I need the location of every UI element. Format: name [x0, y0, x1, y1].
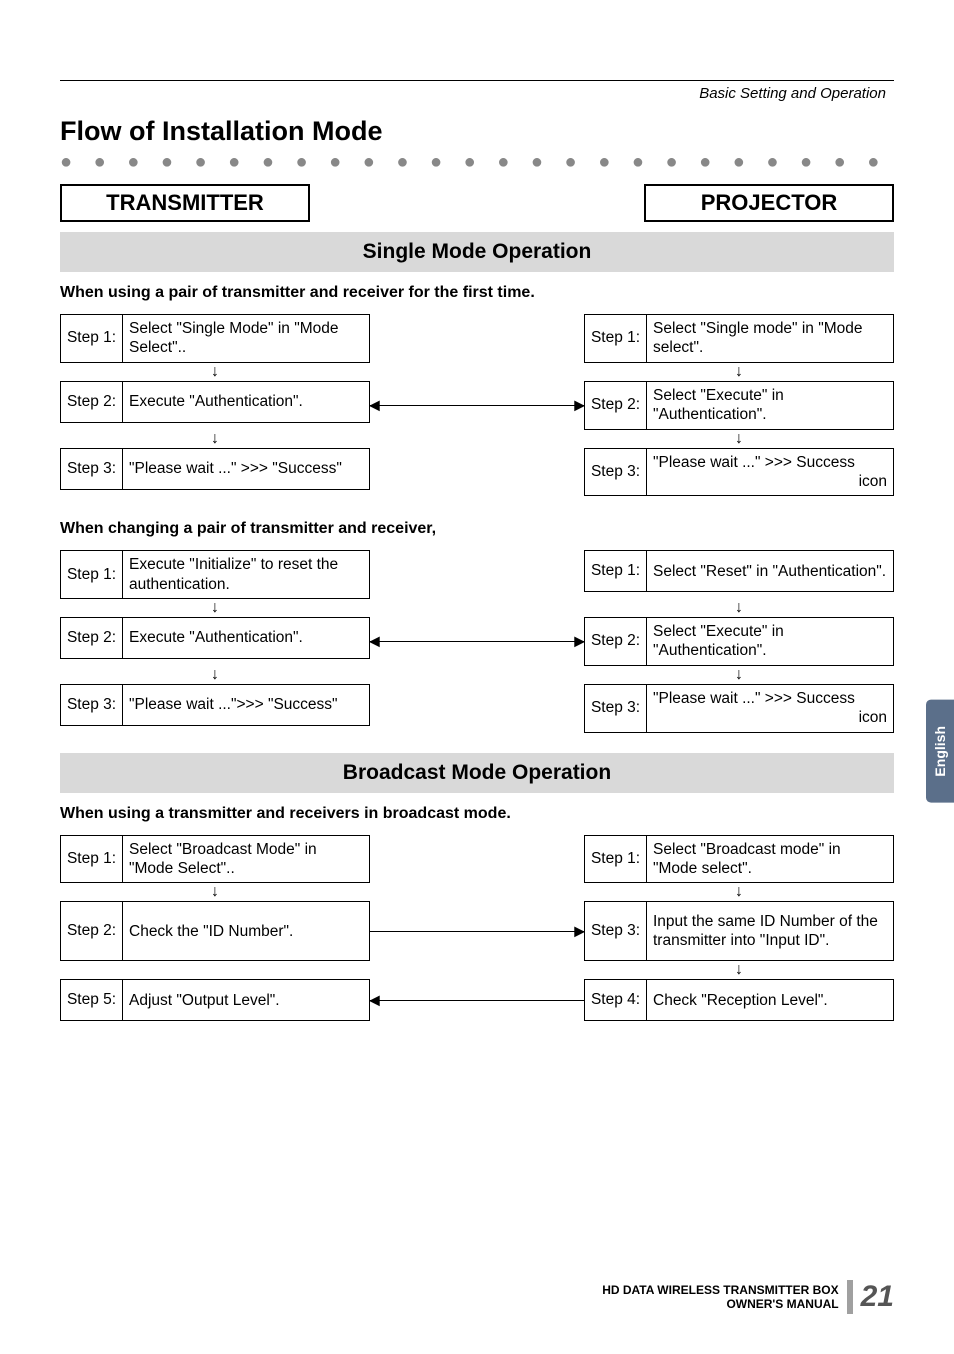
- footer-doc-type: OWNER'S MANUAL: [602, 1297, 838, 1311]
- pj1-step3-box: Step 3: "Please wait ..." >>> Success ic…: [584, 448, 894, 497]
- arrow-down-icon: ↓: [584, 599, 894, 617]
- step-text: Select "Broadcast mode" in "Mode select"…: [647, 836, 893, 883]
- step-text: Execute "Initialize" to reset the authen…: [123, 551, 369, 598]
- step-label: Step 2:: [61, 382, 123, 422]
- step-text: Select "Broadcast Mode" in "Mode Select"…: [123, 836, 369, 883]
- bc-tx-step5-box: Step 5: Adjust "Output Level".: [60, 979, 370, 1021]
- step-label: Step 2:: [61, 902, 123, 960]
- footer-divider: [847, 1280, 853, 1314]
- page-title: Flow of Installation Mode: [60, 116, 894, 147]
- column-header-transmitter: TRANSMITTER: [60, 184, 310, 222]
- step-text: Check "Reception Level".: [647, 980, 893, 1020]
- step-label: Step 1:: [61, 551, 123, 598]
- step-label: Step 3:: [61, 685, 123, 725]
- bc-pj-step3-box: Step 3: Input the same ID Number of the …: [584, 901, 894, 961]
- step-label: Step 1:: [61, 315, 123, 362]
- arrow-down-icon: ↓: [584, 666, 894, 684]
- tx1-step2-box: Step 2: Execute "Authentication".: [60, 381, 370, 423]
- bidirectional-arrow: ◀ ▶: [370, 381, 584, 430]
- step-label: Step 3:: [585, 902, 647, 960]
- bc-pj-step4-box: Step 4: Check "Reception Level".: [584, 979, 894, 1021]
- subheading-changing-pair: When changing a pair of transmitter and …: [60, 520, 894, 538]
- top-rule: [60, 80, 894, 81]
- arrow-down-icon: ↓: [60, 883, 370, 901]
- step-text: Select "Execute" in "Authentication".: [647, 618, 893, 665]
- step-label: Step 2:: [61, 618, 123, 658]
- step-label: Step 3:: [61, 449, 123, 489]
- tx2-step2-box: Step 2: Execute "Authentication".: [60, 617, 370, 659]
- step-text: "Please wait ..." >>> Success icon: [647, 685, 893, 732]
- arrow-left: ◀: [370, 979, 584, 1021]
- arrowhead-left-icon: ◀: [369, 633, 380, 650]
- pj2-step2-box: Step 2: Select "Execute" in "Authenticat…: [584, 617, 894, 666]
- subheading-broadcast: When using a transmitter and receivers i…: [60, 805, 894, 823]
- step-label: Step 2:: [585, 618, 647, 665]
- arrowhead-left-icon: ◀: [369, 397, 380, 414]
- step-text: Select "Single mode" in "Mode select".: [647, 315, 893, 362]
- bc-pj-step1-box: Step 1: Select "Broadcast mode" in "Mode…: [584, 835, 894, 884]
- arrow-down-icon: ↓: [60, 599, 370, 617]
- step-text: Execute "Authentication".: [123, 618, 369, 658]
- language-tab: English: [926, 700, 954, 803]
- step-text: Execute "Authentication".: [123, 382, 369, 422]
- step-label: Step 1:: [61, 836, 123, 883]
- step-label: Step 3:: [585, 685, 647, 732]
- tx1-step3-box: Step 3: "Please wait ..." >>> "Success": [60, 448, 370, 490]
- tx1-step1-box: Step 1: Select "Single Mode" in "Mode Se…: [60, 314, 370, 363]
- step-label: Step 4:: [585, 980, 647, 1020]
- column-header-projector: PROJECTOR: [644, 184, 894, 222]
- step-text: "Please wait ..." >>> "Success": [123, 449, 369, 489]
- arrow-down-icon: ↓: [584, 961, 894, 979]
- pj1-step2-box: Step 2: Select "Execute" in "Authenticat…: [584, 381, 894, 430]
- bidirectional-arrow: ◀ ▶: [370, 617, 584, 666]
- step-label: Step 5:: [61, 980, 123, 1020]
- step-label: Step 1:: [585, 836, 647, 883]
- arrowhead-left-icon: ◀: [369, 992, 380, 1009]
- bc-tx-step1-box: Step 1: Select "Broadcast Mode" in "Mode…: [60, 835, 370, 884]
- step-label: Step 2:: [585, 382, 647, 429]
- arrowhead-right-icon: ▶: [574, 923, 585, 940]
- page-footer: HD DATA WIRELESS TRANSMITTER BOX OWNER'S…: [602, 1280, 894, 1314]
- tx2-step1-box: Step 1: Execute "Initialize" to reset th…: [60, 550, 370, 599]
- arrow-right: ▶: [370, 901, 584, 961]
- step-text: Select "Execute" in "Authentication".: [647, 382, 893, 429]
- step-label: Step 1:: [585, 551, 647, 591]
- spacer: [60, 961, 370, 979]
- step-text: "Please wait ...">>> "Success": [123, 685, 369, 725]
- step-text: Input the same ID Number of the transmit…: [647, 902, 893, 960]
- section-single-mode: Single Mode Operation: [60, 232, 894, 272]
- step-label: Step 1:: [585, 315, 647, 362]
- footer-product-name: HD DATA WIRELESS TRANSMITTER BOX: [602, 1283, 838, 1297]
- arrow-down-icon: ↓: [584, 363, 894, 381]
- step-text: Select "Single Mode" in "Mode Select"..: [123, 315, 369, 362]
- decorative-dots: ● ● ● ● ● ● ● ● ● ● ● ● ● ● ● ● ● ● ● ● …: [60, 151, 894, 174]
- pj2-step1-box: Step 1: Select "Reset" in "Authenticatio…: [584, 550, 894, 592]
- arrowhead-right-icon: ▶: [574, 397, 585, 414]
- breadcrumb: Basic Setting and Operation: [60, 85, 886, 102]
- arrow-down-icon: ↓: [60, 430, 370, 448]
- step-text: "Please wait ..." >>> Success icon: [647, 449, 893, 496]
- step-text: Check the "ID Number".: [123, 902, 369, 960]
- step-text: Select "Reset" in "Authentication".: [647, 551, 893, 591]
- pj1-step1-box: Step 1: Select "Single mode" in "Mode se…: [584, 314, 894, 363]
- bc-tx-step2-box: Step 2: Check the "ID Number".: [60, 901, 370, 961]
- arrow-down-icon: ↓: [584, 883, 894, 901]
- step-label: Step 3:: [585, 449, 647, 496]
- arrow-down-icon: ↓: [60, 363, 370, 381]
- subheading-first-time: When using a pair of transmitter and rec…: [60, 284, 894, 302]
- arrow-down-icon: ↓: [60, 666, 370, 684]
- arrow-down-icon: ↓: [584, 430, 894, 448]
- step-text: Adjust "Output Level".: [123, 980, 369, 1020]
- section-broadcast-mode: Broadcast Mode Operation: [60, 753, 894, 793]
- pj2-step3-box: Step 3: "Please wait ..." >>> Success ic…: [584, 684, 894, 733]
- tx2-step3-box: Step 3: "Please wait ...">>> "Success": [60, 684, 370, 726]
- page-number: 21: [861, 1280, 894, 1314]
- arrowhead-right-icon: ▶: [574, 633, 585, 650]
